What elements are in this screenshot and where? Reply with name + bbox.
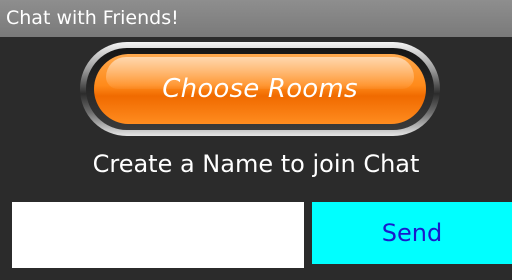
choose-rooms-button[interactable]: Choose Rooms: [80, 42, 440, 136]
chat-app-window: Chat with Friends! Choose Rooms Create a…: [0, 0, 512, 280]
choose-rooms-button-face: Choose Rooms: [94, 54, 426, 124]
join-chat-prompt: Create a Name to join Chat: [92, 150, 420, 178]
name-input[interactable]: [12, 202, 304, 268]
choose-rooms-button-bezel: Choose Rooms: [86, 48, 434, 130]
send-button[interactable]: Send: [312, 202, 512, 264]
window-title: Chat with Friends!: [0, 0, 512, 37]
choose-rooms-label: Choose Rooms: [162, 74, 358, 104]
